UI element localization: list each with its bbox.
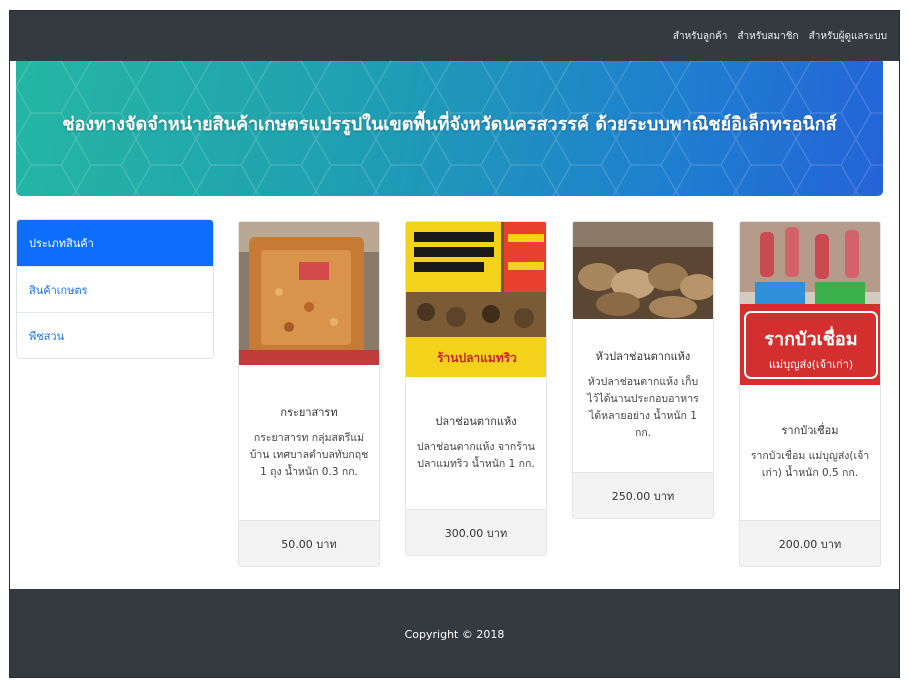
sidebar-item-horticulture[interactable]: พืชสวน xyxy=(17,312,213,358)
product-price: 250.00 บาท xyxy=(573,472,713,518)
product-title: รากบัวเชื่อม xyxy=(781,424,839,437)
product-photo xyxy=(573,222,713,319)
hero-banner: ช่องทางจัดจำหน่ายสินค้าเกษตรแปรรูปในเขตพ… xyxy=(16,61,883,196)
product-image[interactable]: ร้านปลาแมทริว xyxy=(406,222,546,377)
sign-text: ร้านปลาแมทริว xyxy=(437,351,517,365)
card-body: ปลาช่อนตากแห้ง ปลาช่อนตากแห้ง จากร้าน ปล… xyxy=(406,377,546,509)
product-photo: รากบัวเชื่อม แม่บุญส่ง(เจ้าเก่า) xyxy=(740,222,880,385)
product-price: 300.00 บาท xyxy=(406,509,546,555)
sidebar-item-agricultural[interactable]: สินค้าเกษตร xyxy=(17,266,213,312)
product-image[interactable] xyxy=(239,222,379,365)
sidebar-item-product-type[interactable]: ประเภทสินค้า xyxy=(17,220,213,266)
category-sidebar: ประเภทสินค้า สินค้าเกษตร พืชสวน xyxy=(16,219,214,359)
product-description: กระยาสารท กลุ่มสตรีแม่บ้าน เทศบาลตำบลทับ… xyxy=(249,431,369,478)
sign-subtext: แม่บุญส่ง(เจ้าเก่า) xyxy=(769,358,853,371)
product-description: หัวปลาช่อนตากแห้ง เก็บไว้ได้นานประกอบอาห… xyxy=(587,376,699,439)
product-price: 200.00 บาท xyxy=(740,520,880,566)
product-title: หัวปลาช่อนตากแห้ง xyxy=(595,350,691,363)
product-card[interactable]: หัวปลาช่อนตากแห้ง หัวปลาช่อนตากแห้ง เก็บ… xyxy=(572,221,714,519)
product-image[interactable]: รากบัวเชื่อม แม่บุญส่ง(เจ้าเก่า) xyxy=(740,222,880,385)
sign-text: รากบัวเชื่อม xyxy=(764,326,857,350)
product-card[interactable]: กระยาสารท กระยาสารท กลุ่มสตรีแม่บ้าน เทศ… xyxy=(238,221,380,567)
product-photo: ร้านปลาแมทริว xyxy=(406,222,546,377)
product-card[interactable]: ร้านปลาแมทริว ปลาช่อนตากแห้ง ปลาช่อนตากแ… xyxy=(405,221,547,556)
product-price: 50.00 บาท xyxy=(239,520,379,566)
card-body: รากบัวเชื่อม รากบัวเชื่อม แม่บุญส่ง(เจ้า… xyxy=(740,385,880,520)
product-image[interactable] xyxy=(573,222,713,319)
product-card[interactable]: รากบัวเชื่อม แม่บุญส่ง(เจ้าเก่า) รากบัวเ… xyxy=(739,221,881,567)
top-navbar: สำหรับลูกค้า สำหรับสมาชิก สำหรับผู้ดูแลร… xyxy=(10,11,899,61)
page-title: ช่องทางจัดจำหน่ายสินค้าเกษตรแปรรูปในเขตพ… xyxy=(62,114,837,135)
product-title: กระยาสารท xyxy=(280,405,338,419)
product-description: รากบัวเชื่อม แม่บุญส่ง(เจ้าเก่า) น้ำหนัก… xyxy=(750,450,870,479)
product-title: ปลาช่อนตากแห้ง xyxy=(435,414,517,428)
card-body: กระยาสารท กระยาสารท กลุ่มสตรีแม่บ้าน เทศ… xyxy=(239,365,379,520)
browser-frame: สำหรับลูกค้า สำหรับสมาชิก สำหรับผู้ดูแลร… xyxy=(9,10,900,678)
product-photo xyxy=(239,222,379,365)
nav-link-admin[interactable]: สำหรับผู้ดูแลระบบ xyxy=(809,29,887,44)
product-description: ปลาช่อนตากแห้ง จากร้าน ปลาแมทริว น้ำหนัก… xyxy=(417,440,535,470)
page-footer: Copyright © 2018 xyxy=(10,589,899,677)
card-body: หัวปลาช่อนตากแห้ง หัวปลาช่อนตากแห้ง เก็บ… xyxy=(573,319,713,472)
copyright-text: Copyright © 2018 xyxy=(404,627,505,641)
nav-link-customer[interactable]: สำหรับลูกค้า xyxy=(673,29,728,44)
nav-link-member[interactable]: สำหรับสมาชิก xyxy=(737,29,798,44)
